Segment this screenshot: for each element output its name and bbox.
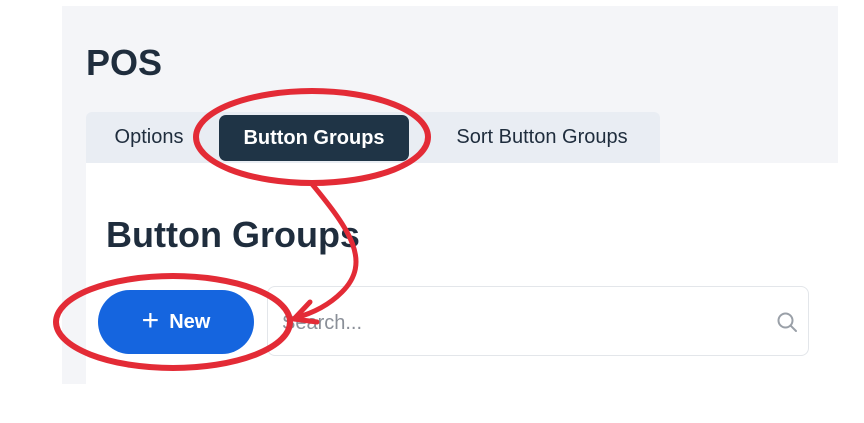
tab-bar: Options Button Groups Sort Button Groups — [86, 112, 660, 163]
search-input[interactable] — [280, 305, 764, 341]
search-box[interactable] — [267, 286, 809, 356]
new-button-label: New — [169, 310, 211, 333]
tab-options[interactable]: Options — [86, 112, 212, 163]
new-button[interactable]: + New — [98, 290, 254, 354]
tab-button-groups[interactable]: Button Groups — [219, 115, 409, 161]
tab-sort-button-groups[interactable]: Sort Button Groups — [426, 112, 658, 163]
section-title: Button Groups — [106, 214, 360, 255]
plus-icon: + — [141, 303, 160, 337]
search-icon[interactable] — [776, 311, 798, 333]
page-title: POS — [86, 42, 163, 83]
